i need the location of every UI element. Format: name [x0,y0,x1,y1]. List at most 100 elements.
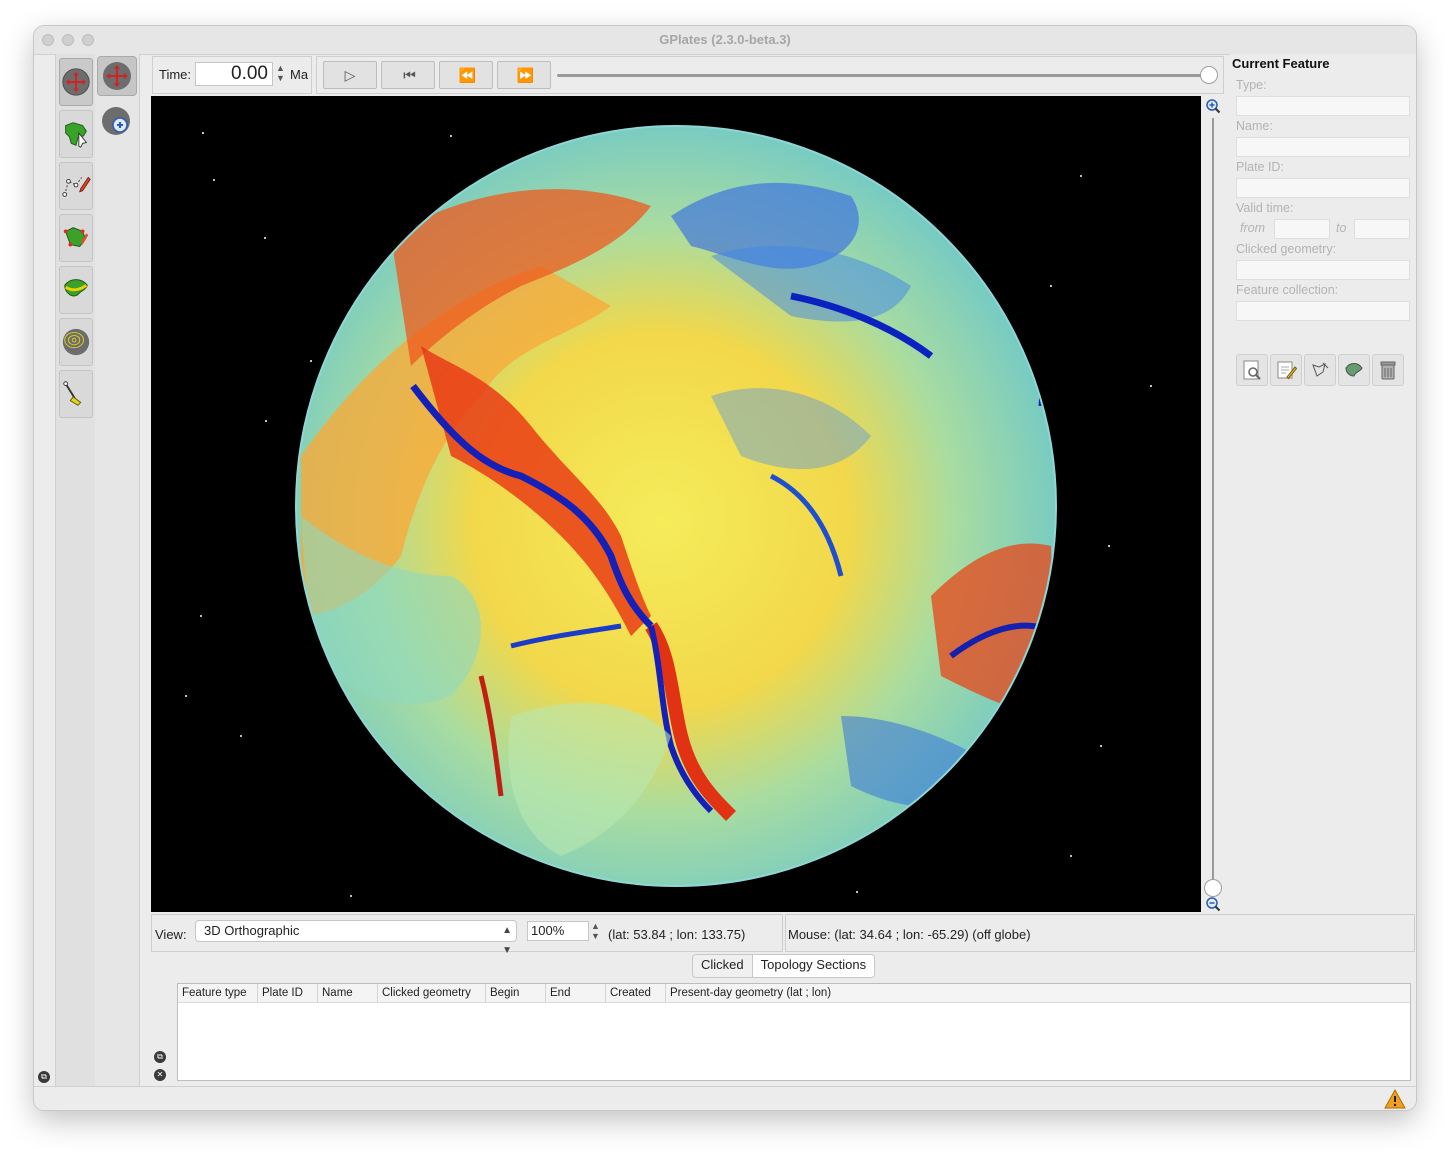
zoom-globe-icon [102,107,130,135]
column-header[interactable]: Feature type [178,984,258,1002]
edit-feature-icon [1277,361,1297,380]
valid-to-field[interactable] [1354,219,1410,239]
feature-collection-label: Feature collection: [1236,283,1339,297]
camera-coordinates: (lat: 53.84 ; lon: 133.75) [608,927,746,942]
delete-feature-button[interactable] [1372,354,1404,386]
drag-globe-icon [62,68,90,96]
zoom-out-icon[interactable] [1205,896,1221,912]
step-forward-icon: ⏩ [516,66,535,83]
column-header[interactable]: Name [318,984,378,1002]
feature-collection-field[interactable] [1236,301,1410,321]
results-table[interactable]: Feature type Plate ID Name Clicked geome… [177,983,1411,1081]
gplates-window: GPlates (2.3.0-beta.3) Time: 0.00 ▲ ▼ Ma… [34,26,1416,1110]
small-circle-icon [62,328,90,356]
column-header[interactable]: Created [606,984,666,1002]
column-header[interactable]: Begin [486,984,546,1002]
time-label: Time: [159,67,192,82]
reset-button[interactable]: ⏮ [381,61,435,89]
to-label: to [1336,221,1347,235]
measure-distance-icon [63,381,82,406]
delete-feature-icon [1380,361,1396,380]
clicked-geometry-label: Clicked geometry: [1236,242,1337,256]
digitise-tool[interactable] [59,162,93,210]
panel-heading: Current Feature [1232,56,1330,71]
globe [296,126,1056,886]
time-stepper[interactable]: ▲ ▼ [276,63,286,85]
clone-geometry-button[interactable] [1304,354,1336,386]
modify-geometry-icon [63,227,89,247]
time-input[interactable]: 0.00 [195,62,273,86]
time-slider-handle[interactable] [1200,66,1218,84]
type-label: Type: [1236,78,1267,92]
clone-geometry-icon [1312,362,1329,377]
tab-clicked[interactable]: Clicked [693,955,752,977]
edit-feature-button[interactable] [1270,354,1302,386]
undock-icon[interactable]: ⧉ [154,1051,166,1063]
column-header[interactable]: Plate ID [258,984,318,1002]
measure-distance-tool[interactable] [59,370,93,418]
globe-view [185,125,1152,897]
column-header[interactable]: End [546,984,606,1002]
view-bar: View: 3D Orthographic ▲ ▼ 100% ▲ ▼ (lat: 5… [151,914,783,956]
create-feature-icon [1345,363,1363,377]
time-unit: Ma [290,67,309,82]
name-field[interactable] [1236,137,1410,157]
valid-time-label: Valid time: [1236,201,1294,215]
time-slider[interactable] [557,74,1209,77]
view-label: View: [155,927,187,942]
tool-palette [55,54,97,1086]
zoom-slider-handle[interactable] [1204,879,1222,897]
zoom-in-icon[interactable] [1205,98,1221,114]
column-header[interactable]: Clicked geometry [378,984,486,1002]
tab-topology-sections[interactable]: Topology Sections [751,955,875,977]
projection-value: 3D Orthographic [204,923,300,938]
clicked-geometry-field[interactable] [1236,260,1410,280]
step-back-icon: ⏪ [458,66,477,83]
window-title: GPlates (2.3.0-beta.3) [659,32,791,47]
globe-canvas[interactable] [151,96,1201,912]
type-field[interactable] [1236,96,1410,116]
zoom-slider-panel [1201,96,1225,916]
results-tabs: Clicked Topology Sections [692,954,876,978]
status-bar [34,1086,1416,1110]
time-control: Time: 0.00 ▲ ▼ Ma [152,56,312,94]
column-header[interactable]: Present-day geometry (lat ; lon) [666,984,1410,1002]
mouse-coordinates-bar: Mouse: (lat: 34.64 ; lon: -65.29) (off g… [785,914,1415,952]
modify-geometry-tool[interactable] [59,214,93,262]
sub-tool-palette [95,54,140,1086]
zoom-globe-subtool[interactable] [97,102,137,142]
play-button[interactable]: ▷ [323,61,377,89]
name-label: Name: [1236,119,1273,133]
close-panel-icon[interactable]: ✕ [154,1069,166,1081]
animation-control: ▷ ⏮ ⏪ ⏩ [316,56,1224,94]
title-bar: GPlates (2.3.0-beta.3) [34,26,1416,55]
zoom-slider[interactable] [1212,118,1214,888]
topology-tool-icon [64,279,88,297]
results-table-header: Feature type Plate ID Name Clicked geome… [178,984,1410,1003]
drag-globe-tool[interactable] [59,58,93,106]
plate-id-field[interactable] [1236,178,1410,198]
mouse-coordinates: Mouse: (lat: 34.64 ; lon: -65.29) (off g… [788,927,1031,942]
query-feature-button[interactable] [1236,354,1268,386]
step-back-button[interactable]: ⏪ [439,61,493,89]
digitise-geometry-icon [62,176,91,197]
zoom-percent-stepper[interactable]: ▲ ▼ [591,921,600,941]
reset-icon: ⏮ [403,66,415,83]
create-feature-button[interactable] [1338,354,1370,386]
zoom-percent-input[interactable]: 100% [527,921,589,941]
play-icon: ▷ [344,66,356,83]
step-forward-button[interactable]: ⏩ [497,61,551,89]
choose-feature-tool[interactable] [59,110,93,158]
small-circle-tool[interactable] [59,318,93,366]
projection-select[interactable]: 3D Orthographic ▲ ▼ [195,920,517,956]
valid-from-field[interactable] [1274,219,1330,239]
warning-icon[interactable] [1384,1089,1406,1109]
topology-tool[interactable] [59,266,93,314]
results-panel: Clicked Topology Sections Feature type P… [151,954,1416,1086]
from-label: from [1240,221,1265,235]
current-feature-panel: Current Feature Type: Name: Plate ID: Va… [1230,54,1416,914]
drag-globe-subtool[interactable] [97,56,137,96]
undock-icon[interactable]: ⧉ [38,1071,50,1083]
plate-id-label: Plate ID: [1236,160,1284,174]
choose-feature-icon [65,122,88,148]
